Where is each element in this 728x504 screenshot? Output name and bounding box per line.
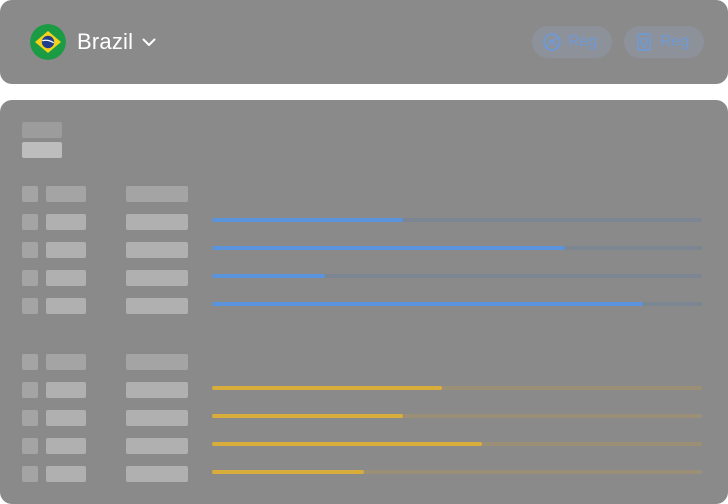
skeleton-cell (46, 298, 86, 314)
skeleton-cell (46, 410, 86, 426)
progress-fill (212, 414, 403, 418)
chevron-down-icon[interactable] (141, 34, 157, 50)
progress-fill (212, 274, 325, 278)
skeleton-column-header (46, 186, 86, 202)
skeleton-title (22, 142, 62, 158)
skeleton-column-header (46, 354, 86, 370)
skeleton-subtitle (22, 122, 62, 138)
country-selector[interactable]: Brazil (30, 24, 157, 60)
reg-button-label: Reg (568, 33, 598, 50)
skeleton-column-header (126, 354, 188, 370)
skeleton-checkbox-header (22, 354, 38, 370)
skeleton-cell (126, 242, 188, 258)
progress-fill (212, 302, 643, 306)
skeleton-cell (126, 270, 188, 286)
progress-fill (212, 246, 565, 250)
skeleton-cell (126, 438, 188, 454)
skeleton-cell (46, 466, 86, 482)
skeleton-checkbox[interactable] (22, 382, 38, 398)
skeleton-cell (126, 214, 188, 230)
progress-track (212, 414, 702, 418)
header-bar: Brazil Reg Reg (0, 0, 728, 84)
progress-track (212, 218, 702, 222)
skeleton-cell (46, 214, 86, 230)
skeleton-cell (46, 270, 86, 286)
progress-track (212, 386, 702, 390)
document-badge-icon (637, 33, 651, 51)
progress-track (212, 470, 702, 474)
country-name: Brazil (77, 29, 134, 54)
progress-fill (212, 470, 364, 474)
progress-track (212, 274, 702, 278)
skeleton-checkbox[interactable] (22, 270, 38, 286)
progress-track (212, 302, 702, 306)
progress-track (212, 442, 702, 446)
progress-fill (212, 442, 482, 446)
progress-fill (212, 218, 403, 222)
progress-track (212, 246, 702, 250)
brazil-flag-icon (30, 24, 66, 60)
progress-fill (212, 386, 442, 390)
reg-button-1[interactable]: Reg (532, 26, 612, 58)
skeleton-checkbox[interactable] (22, 410, 38, 426)
skeleton-checkbox[interactable] (22, 242, 38, 258)
skeleton-cell (126, 298, 188, 314)
content-panel (0, 100, 728, 504)
skeleton-column-header (126, 186, 188, 202)
skeleton-cell (46, 242, 86, 258)
reg-button-label: Reg (660, 33, 690, 50)
skeleton-cell (46, 382, 86, 398)
skeleton-checkbox-header (22, 186, 38, 202)
skeleton-cell (126, 466, 188, 482)
skeleton-cell (126, 410, 188, 426)
skeleton-cell (46, 438, 86, 454)
skeleton-checkbox[interactable] (22, 466, 38, 482)
reg-button-2[interactable]: Reg (624, 26, 704, 58)
skeleton-cell (126, 382, 188, 398)
skeleton-checkbox[interactable] (22, 214, 38, 230)
dashed-circle-icon (543, 33, 561, 51)
skeleton-checkbox[interactable] (22, 438, 38, 454)
skeleton-checkbox[interactable] (22, 298, 38, 314)
